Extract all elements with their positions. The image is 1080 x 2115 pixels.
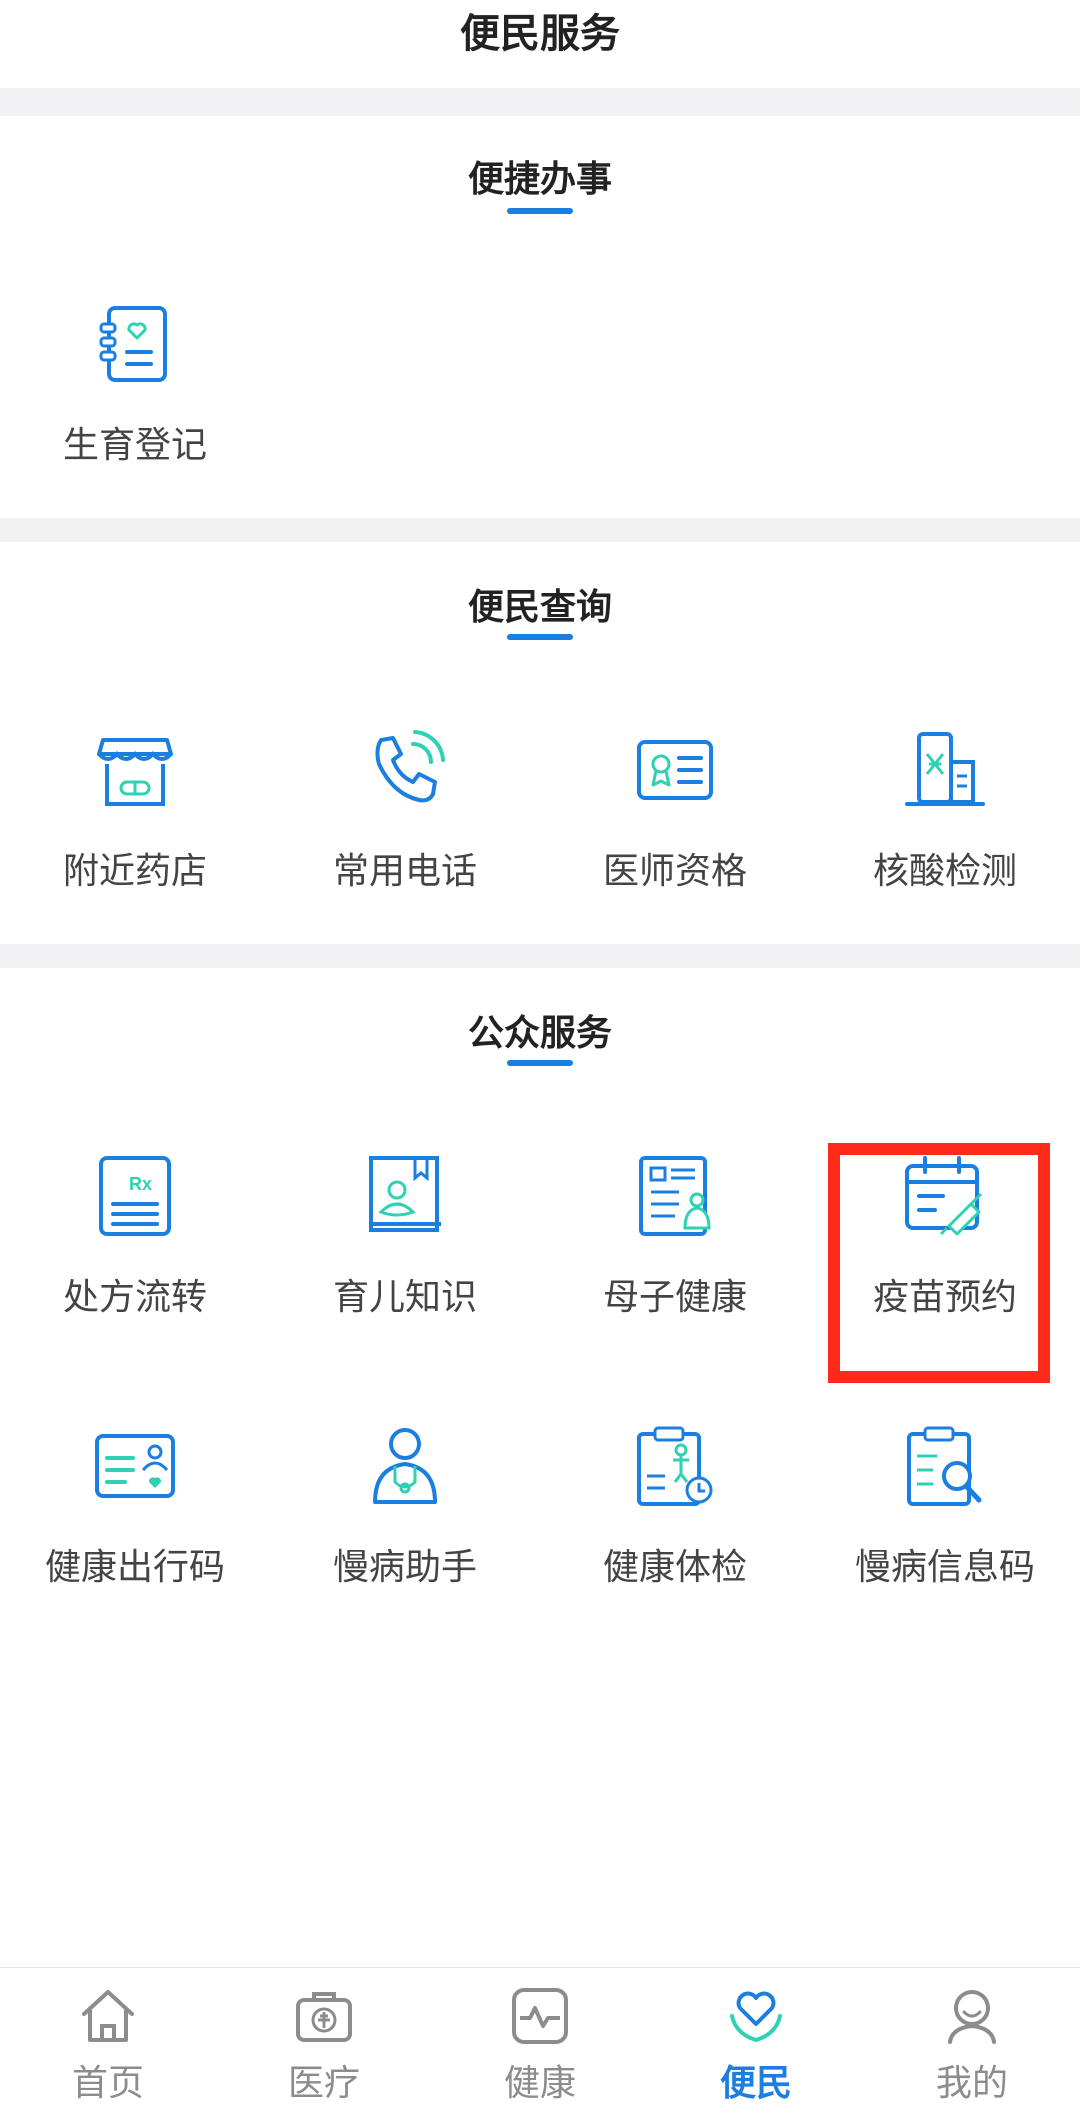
section-underline <box>507 634 573 640</box>
service-nearby-pharmacy[interactable]: 附近药店 <box>0 730 270 950</box>
section-title: 公众服务 <box>467 1013 612 1054</box>
service-label: 健康体检 <box>602 1547 747 1588</box>
svg-text:Rx: Rx <box>129 1174 152 1194</box>
service-label: 核酸检测 <box>872 851 1017 892</box>
service-physician-qualification[interactable]: 医师资格 <box>540 730 810 950</box>
service-health-checkup[interactable]: 健康体检 <box>540 1426 810 1646</box>
bottom-tab-bar: 首页 医疗 健康 便民 我的 <box>0 1967 1080 2115</box>
service-label: 育儿知识 <box>332 1277 477 1318</box>
dna-test-icon <box>905 732 985 806</box>
service-label: 医师资格 <box>602 851 747 892</box>
medical-kit-icon <box>296 1992 352 2042</box>
section-convenience-query: 便民查询 附近药店 常用电话 医师资格 核酸检测 <box>0 542 1080 944</box>
tab-label: 便民 <box>719 2063 792 2104</box>
user-icon <box>948 1990 996 2044</box>
phone-icon <box>375 730 445 803</box>
service-label: 常用电话 <box>332 851 477 892</box>
service-label: 慢病助手 <box>332 1547 477 1588</box>
section-public-services: 公众服务 Rx 处方流转 育儿知识 母子健康 疫苗预约 健康出行码 慢病助手 健… <box>0 968 1080 1967</box>
heart-hands-icon <box>730 1991 782 2043</box>
section-quick-services: 便捷办事 生育登记 <box>0 116 1080 518</box>
service-chronic-disease-info-code[interactable]: 慢病信息码 <box>810 1426 1080 1646</box>
health-code-card-icon <box>95 1434 175 1498</box>
service-birth-registration[interactable]: 生育登记 <box>0 304 270 524</box>
service-common-phone[interactable]: 常用电话 <box>270 730 540 950</box>
parenting-book-icon <box>369 1156 441 1232</box>
prescription-icon: Rx <box>99 1156 171 1236</box>
home-icon <box>82 1990 134 2042</box>
service-label: 附近药店 <box>62 851 207 892</box>
certificate-icon <box>637 740 713 800</box>
section-underline <box>507 1060 573 1066</box>
heart-monitor-icon <box>512 1988 568 2044</box>
service-prescription-transfer[interactable]: Rx 处方流转 <box>0 1156 270 1376</box>
tab-label: 我的 <box>935 2063 1008 2104</box>
service-label: 处方流转 <box>62 1277 207 1318</box>
mother-child-icon <box>639 1156 711 1236</box>
service-health-travel-code[interactable]: 健康出行码 <box>0 1426 270 1646</box>
search-clipboard-icon <box>907 1426 982 1506</box>
service-chronic-disease-assistant[interactable]: 慢病助手 <box>270 1426 540 1646</box>
service-label: 母子健康 <box>602 1277 747 1318</box>
tab-label: 首页 <box>71 2063 144 2104</box>
service-label: 慢病信息码 <box>854 1547 1035 1588</box>
section-title: 便捷办事 <box>467 159 612 200</box>
tab-health[interactable]: 健康 <box>432 1968 648 2115</box>
checkup-clipboard-icon <box>637 1426 713 1506</box>
tab-home[interactable]: 首页 <box>0 1968 216 2115</box>
tab-medical[interactable]: 医疗 <box>216 1968 432 2115</box>
pharmacy-store-icon <box>97 738 173 806</box>
section-title: 便民查询 <box>467 587 612 628</box>
service-label: 健康出行码 <box>44 1547 225 1588</box>
page-header: 便民服务 <box>0 0 1080 88</box>
tab-label: 健康 <box>503 2063 576 2104</box>
tab-label: 医疗 <box>287 2063 360 2104</box>
highlight-box <box>828 1143 1050 1383</box>
section-underline <box>507 208 573 214</box>
page-title: 便民服务 <box>460 11 620 57</box>
doctor-icon <box>373 1428 437 1504</box>
service-label: 生育登记 <box>62 425 207 466</box>
tab-mine[interactable]: 我的 <box>864 1968 1080 2115</box>
service-mother-child-health[interactable]: 母子健康 <box>540 1156 810 1376</box>
service-nucleic-acid-test[interactable]: 核酸检测 <box>810 730 1080 950</box>
maternity-book-icon <box>99 306 167 382</box>
service-parenting-knowledge[interactable]: 育儿知识 <box>270 1156 540 1376</box>
tab-convenience[interactable]: 便民 <box>648 1968 864 2115</box>
